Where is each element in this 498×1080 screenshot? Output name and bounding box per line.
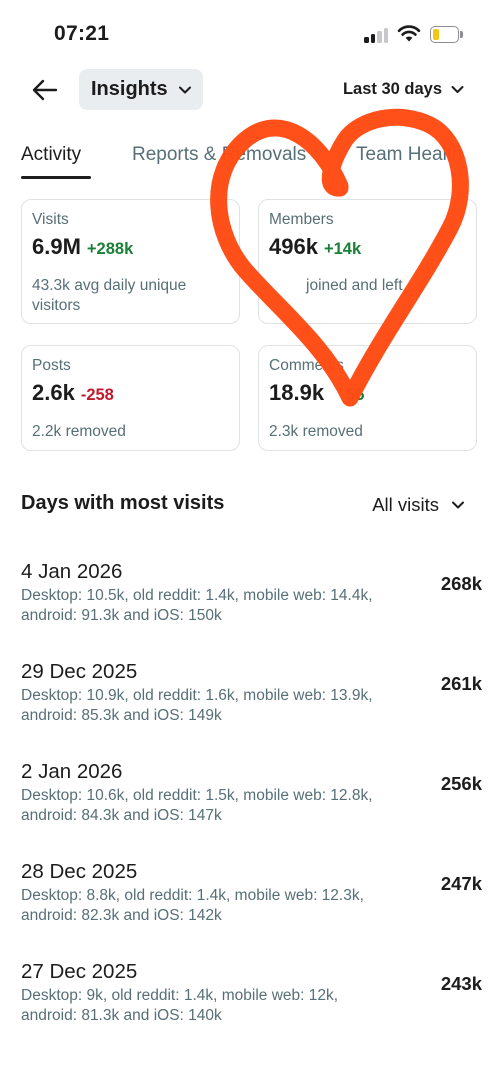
day-date: 27 Dec 2025	[21, 960, 138, 983]
chevron-down-icon	[452, 501, 464, 509]
card-label: Posts	[32, 357, 71, 374]
day-breakdown: Desktop: 10.5k, old reddit: 1.4k, mobile…	[21, 587, 373, 624]
tab-team-health[interactable]: Team Health	[356, 144, 463, 166]
day-total: 268k	[440, 573, 482, 594]
card-delta: +288k	[86, 240, 134, 258]
visits-card[interactable]: Visits 6.9M +288k 43.3k avg daily unique…	[21, 199, 240, 324]
wifi-icon	[397, 25, 421, 42]
battery-icon	[430, 26, 463, 43]
day-total: 256k	[440, 773, 482, 794]
card-value: 2.6k	[32, 380, 75, 405]
day-date: 2 Jan 2026	[21, 760, 123, 783]
day-date: 29 Dec 2025	[21, 660, 138, 683]
top-nav: Insights Last 30 days	[0, 68, 498, 112]
card-delta: 55	[346, 386, 365, 404]
card-label: Comments	[269, 357, 344, 374]
day-date: 4 Jan 2026	[21, 560, 123, 583]
list-item[interactable]: 28 Dec 2025 Desktop: 8.8k, old reddit: 1…	[0, 860, 498, 960]
card-subtext: joined and left	[306, 277, 403, 294]
visits-filter-dropdown[interactable]: All visits	[372, 494, 465, 516]
cellular-signal-icon	[364, 27, 390, 43]
insights-dropdown[interactable]: Insights	[79, 69, 203, 110]
tab-reports-removals[interactable]: Reports & Removals	[132, 144, 306, 166]
comments-card[interactable]: Comments 18.9k 55 2.3k removed	[258, 345, 477, 451]
card-subtext: 43.3k avg daily unique visitors	[32, 277, 187, 314]
chevron-down-icon	[451, 86, 464, 93]
list-item[interactable]: 29 Dec 2025 Desktop: 10.9k, old reddit: …	[0, 660, 498, 760]
day-date: 28 Dec 2025	[21, 860, 138, 883]
period-dropdown[interactable]: Last 30 days	[343, 80, 464, 99]
tab-bar: Activity Reports & Removals Team Health	[0, 140, 498, 180]
chevron-down-icon	[178, 86, 191, 93]
status-bar: 07:21	[0, 0, 498, 70]
arrow-left-icon[interactable]	[30, 76, 60, 104]
status-time: 07:21	[54, 22, 110, 45]
tab-activity[interactable]: Activity	[21, 144, 81, 166]
section-title: Days with most visits	[21, 492, 225, 514]
day-breakdown: Desktop: 9k, old reddit: 1.4k, mobile we…	[21, 987, 339, 1024]
day-breakdown: Desktop: 8.8k, old reddit: 1.4k, mobile …	[21, 887, 364, 924]
card-label: Visits	[32, 211, 69, 228]
card-value: 6.9M	[32, 234, 81, 259]
filter-label: All visits	[372, 494, 439, 515]
day-total: 243k	[440, 973, 482, 994]
day-breakdown: Desktop: 10.9k, old reddit: 1.6k, mobile…	[21, 687, 373, 724]
list-item[interactable]: 2 Jan 2026 Desktop: 10.6k, old reddit: 1…	[0, 760, 498, 860]
day-total: 261k	[440, 673, 482, 694]
period-label: Last 30 days	[342, 80, 442, 98]
card-label: Members	[269, 211, 334, 228]
card-value: 18.9k	[269, 380, 325, 405]
active-tab-indicator	[21, 176, 91, 179]
card-value: 496k	[269, 234, 318, 259]
card-delta: +14k	[323, 240, 362, 258]
list-item[interactable]: 4 Jan 2026 Desktop: 10.5k, old reddit: 1…	[0, 560, 498, 660]
page-title: Insights	[91, 78, 168, 100]
list-item[interactable]: 27 Dec 2025 Desktop: 9k, old reddit: 1.4…	[0, 960, 498, 1060]
day-breakdown: Desktop: 10.6k, old reddit: 1.5k, mobile…	[21, 787, 373, 824]
card-subtext: 2.2k removed	[32, 423, 126, 440]
card-subtext: 2.3k removed	[269, 423, 363, 440]
card-delta: -258	[80, 386, 114, 404]
day-total: 247k	[440, 873, 482, 894]
members-card[interactable]: Members 496k +14k joined and left	[258, 199, 477, 324]
posts-card[interactable]: Posts 2.6k -258 2.2k removed	[21, 345, 240, 451]
